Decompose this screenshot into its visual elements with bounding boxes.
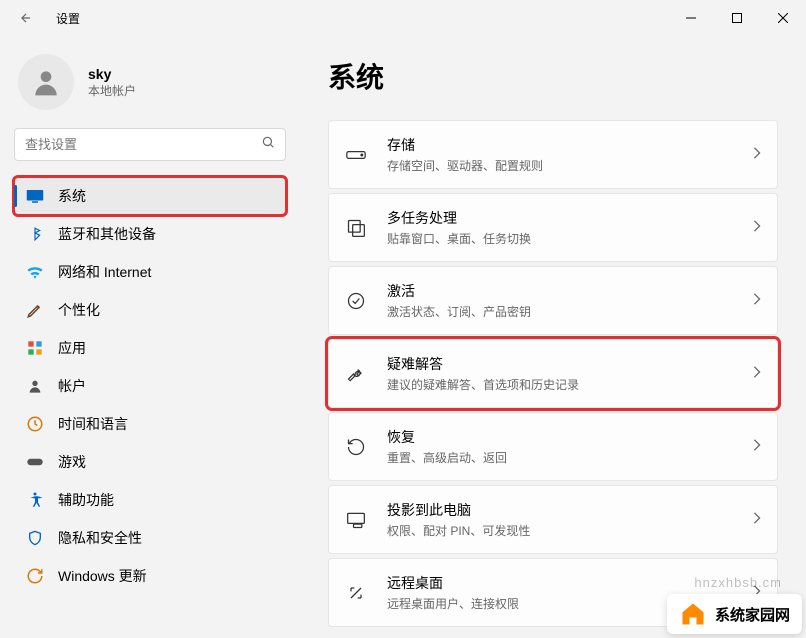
nav-item-gaming[interactable]: 游戏: [14, 443, 286, 481]
card-troubleshoot[interactable]: 疑难解答建议的疑难解答、首选项和历史记录: [328, 339, 778, 408]
avatar: [18, 54, 74, 110]
personalize-icon: [26, 301, 44, 319]
search-icon: [261, 135, 275, 154]
nav-item-update[interactable]: Windows 更新: [14, 557, 286, 595]
troubleshoot-icon: [345, 363, 367, 385]
card-body: 疑难解答建议的疑难解答、首选项和历史记录: [387, 354, 733, 393]
card-title: 存储: [387, 135, 733, 155]
nav-label: 网络和 Internet: [58, 262, 151, 282]
minimize-button[interactable]: [668, 2, 714, 34]
close-button[interactable]: [760, 2, 806, 34]
chevron-right-icon: [753, 511, 761, 529]
system-icon: [26, 187, 44, 205]
card-title: 多任务处理: [387, 208, 733, 228]
nav-item-accessibility[interactable]: 辅助功能: [14, 481, 286, 519]
card-title: 远程桌面: [387, 573, 733, 593]
title-bar: 设置: [0, 0, 806, 36]
remote-icon: [345, 582, 367, 604]
time-icon: [26, 415, 44, 433]
nav-item-apps[interactable]: 应用: [14, 329, 286, 367]
activation-icon: [345, 290, 367, 312]
titlebar-left: 设置: [16, 8, 80, 28]
card-activation[interactable]: 激活激活状态、订阅、产品密钥: [328, 266, 778, 335]
search-input[interactable]: [25, 137, 261, 152]
card-desc: 权限、配对 PIN、可发现性: [387, 522, 733, 539]
chevron-right-icon: [753, 219, 761, 237]
window-controls: [668, 2, 806, 34]
card-title: 投影到此电脑: [387, 500, 733, 520]
card-multitask[interactable]: 多任务处理贴靠窗口、桌面、任务切换: [328, 193, 778, 262]
search-box[interactable]: [14, 128, 286, 161]
logo-text: 系统家园网: [715, 604, 790, 625]
recovery-icon: [345, 436, 367, 458]
card-title: 恢复: [387, 427, 733, 447]
card-body: 恢复重置、高级启动、返回: [387, 427, 733, 466]
user-text: sky 本地帐户: [88, 66, 136, 99]
accounts-icon: [26, 377, 44, 395]
projecting-icon: [345, 509, 367, 531]
card-desc: 重置、高级启动、返回: [387, 449, 733, 466]
logo-badge: 系统家园网: [667, 594, 802, 634]
nav-label: 隐私和安全性: [58, 528, 142, 548]
card-body: 投影到此电脑权限、配对 PIN、可发现性: [387, 500, 733, 539]
nav-item-network[interactable]: 网络和 Internet: [14, 253, 286, 291]
page-title: 系统: [328, 56, 778, 96]
user-block[interactable]: sky 本地帐户: [14, 48, 286, 128]
card-desc: 存储空间、驱动器、配置规则: [387, 157, 733, 174]
chevron-right-icon: [753, 146, 761, 164]
storage-icon: [345, 144, 367, 166]
card-desc: 建议的疑难解答、首选项和历史记录: [387, 376, 733, 393]
card-desc: 贴靠窗口、桌面、任务切换: [387, 230, 733, 247]
network-icon: [26, 263, 44, 281]
nav-item-bluetooth[interactable]: 蓝牙和其他设备: [14, 215, 286, 253]
nav-label: 蓝牙和其他设备: [58, 224, 156, 244]
nav-item-system[interactable]: 系统: [14, 177, 286, 215]
card-title: 激活: [387, 281, 733, 301]
app-title: 设置: [56, 10, 80, 27]
chevron-right-icon: [753, 438, 761, 456]
maximize-button[interactable]: [714, 2, 760, 34]
nav-label: 系统: [58, 186, 86, 206]
update-icon: [26, 567, 44, 585]
card-title: 疑难解答: [387, 354, 733, 374]
bluetooth-icon: [26, 225, 44, 243]
accessibility-icon: [26, 491, 44, 509]
chevron-right-icon: [753, 365, 761, 383]
card-desc: 激活状态、订阅、产品密钥: [387, 303, 733, 320]
nav-label: 个性化: [58, 300, 100, 320]
house-icon: [679, 600, 707, 628]
chevron-right-icon: [753, 292, 761, 310]
card-list: 存储存储空间、驱动器、配置规则多任务处理贴靠窗口、桌面、任务切换激活激活状态、订…: [328, 120, 778, 627]
nav-label: 时间和语言: [58, 414, 128, 434]
card-body: 存储存储空间、驱动器、配置规则: [387, 135, 733, 174]
nav-list: 系统蓝牙和其他设备网络和 Internet 个性化应用帐户时间和语言游戏辅助功能隐…: [14, 177, 286, 595]
nav-label: 游戏: [58, 452, 86, 472]
nav-label: 帐户: [58, 376, 86, 396]
user-subtitle: 本地帐户: [88, 82, 136, 99]
nav-item-privacy[interactable]: 隐私和安全性: [14, 519, 286, 557]
nav-item-accounts[interactable]: 帐户: [14, 367, 286, 405]
privacy-icon: [26, 529, 44, 547]
card-storage[interactable]: 存储存储空间、驱动器、配置规则: [328, 120, 778, 189]
watermark: hnzxhbsb.cm: [694, 575, 782, 590]
nav-item-time[interactable]: 时间和语言: [14, 405, 286, 443]
card-recovery[interactable]: 恢复重置、高级启动、返回: [328, 412, 778, 481]
sidebar: sky 本地帐户 系统蓝牙和其他设备网络和 Internet 个性化应用帐户时间和…: [0, 36, 300, 638]
back-button[interactable]: [16, 8, 36, 28]
nav-label: 辅助功能: [58, 490, 114, 510]
nav-item-personalize[interactable]: 个性化: [14, 291, 286, 329]
nav-label: Windows 更新: [58, 566, 147, 586]
content-area: sky 本地帐户 系统蓝牙和其他设备网络和 Internet 个性化应用帐户时间和…: [0, 36, 806, 638]
main-panel: 系统 存储存储空间、驱动器、配置规则多任务处理贴靠窗口、桌面、任务切换激活激活状…: [300, 36, 806, 638]
multitask-icon: [345, 217, 367, 239]
nav-label: 应用: [58, 338, 86, 358]
apps-icon: [26, 339, 44, 357]
user-name: sky: [88, 66, 136, 82]
card-projecting[interactable]: 投影到此电脑权限、配对 PIN、可发现性: [328, 485, 778, 554]
card-body: 激活激活状态、订阅、产品密钥: [387, 281, 733, 320]
gaming-icon: [26, 453, 44, 471]
card-body: 多任务处理贴靠窗口、桌面、任务切换: [387, 208, 733, 247]
